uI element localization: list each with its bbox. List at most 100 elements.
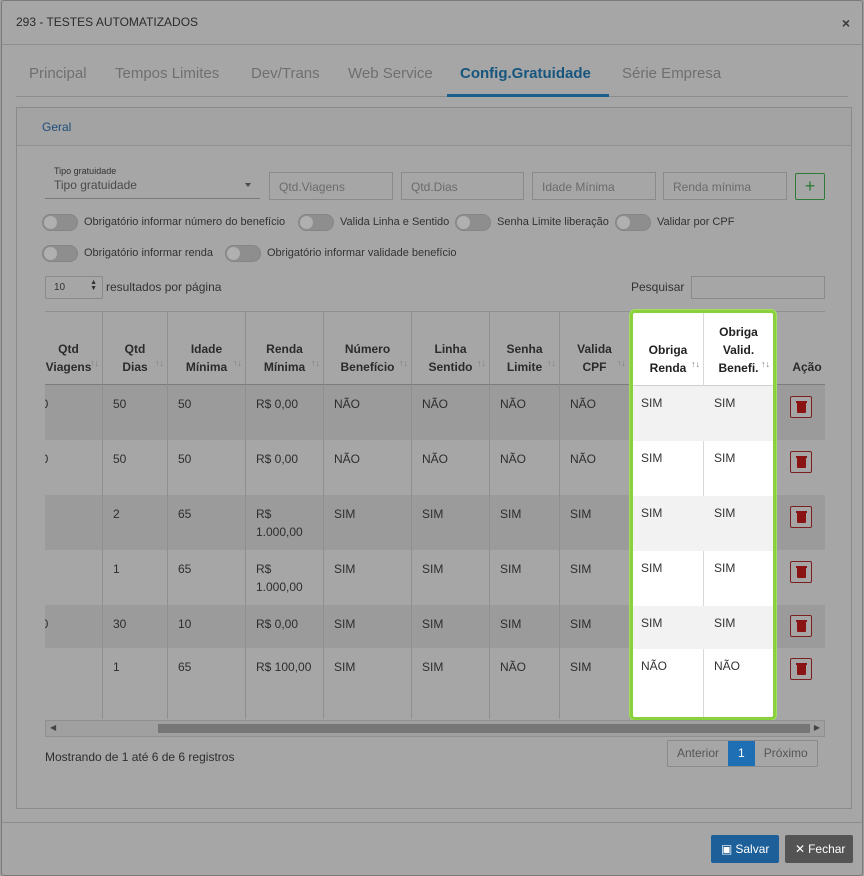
sort-icon: ↑↓ — [233, 358, 242, 368]
cell-qtd-dias: 30 — [103, 605, 168, 648]
cell-qtd-viagens — [45, 495, 103, 550]
cell-senha-limite: NÃO — [490, 440, 560, 495]
delete-button[interactable] — [790, 561, 812, 583]
col-header-obriga-valid-benefi[interactable]: Obriga Valid. Benefi. ↑↓ — [704, 313, 773, 386]
toggle-senha-limite[interactable] — [455, 214, 491, 231]
col-header-valida-cpf[interactable]: Valida CPF ↑↓ — [560, 312, 630, 385]
sort-icon: ↑↓ — [311, 358, 320, 368]
trash-icon — [797, 665, 806, 675]
col-header-senha-limite[interactable]: Senha Limite ↑↓ — [490, 312, 560, 385]
cell-valida-cpf: SIM — [560, 605, 630, 648]
col-header-qtd-viagens[interactable]: Qtd Viagens ↑↓ — [45, 312, 103, 385]
cell-senha-limite: NÃO — [490, 648, 560, 719]
footer-divider — [2, 822, 862, 823]
table-row: SIM SIM — [633, 441, 773, 496]
close-button[interactable]: ✕ Fechar — [785, 835, 853, 863]
sort-icon: ↑↓ — [617, 358, 626, 368]
table-row: SIM SIM — [633, 386, 773, 441]
qtd-viagens-input[interactable]: Qtd.Viagens — [269, 172, 393, 200]
search-input[interactable] — [691, 276, 825, 299]
per-page-label: resultados por página — [106, 280, 222, 294]
renda-minima-input[interactable]: Renda mínima — [663, 172, 787, 200]
panel-title[interactable]: Geral — [42, 120, 71, 134]
cell-senha-limite: SIM — [490, 495, 560, 550]
cell-obriga-renda: SIM — [641, 396, 663, 410]
toggle-informar-renda[interactable] — [42, 245, 78, 262]
cell-obriga-valid-benefi: SIM — [714, 396, 736, 410]
col-header-line: Benefício — [340, 360, 395, 374]
cell-qtd-dias: 1 — [103, 648, 168, 719]
qtd-dias-input[interactable]: Qtd.Dias — [401, 172, 524, 200]
delete-button[interactable] — [790, 506, 812, 528]
table-row: SIM SIM — [633, 551, 773, 606]
cell-obriga-renda: NÃO — [641, 659, 668, 673]
col-header-linha-sentido[interactable]: Linha Sentido ↑↓ — [412, 312, 490, 385]
modal-title: 293 - TESTES AUTOMATIZADOS — [16, 15, 199, 29]
delete-button[interactable] — [790, 615, 812, 637]
toggle-validar-cpf[interactable] — [615, 214, 651, 231]
cell-numero-beneficio: NÃO — [324, 385, 412, 440]
cell-numero-beneficio: SIM — [324, 495, 412, 550]
cell-linha-sentido: NÃO — [412, 385, 490, 440]
table-row: NÃO NÃO — [633, 649, 773, 717]
toggle-numero-beneficio[interactable] — [42, 214, 78, 231]
cell-linha-sentido: SIM — [412, 550, 490, 605]
col-header-line: Ação — [792, 360, 822, 374]
tab-bar: Principal Tempos Limites Dev/Trans Web S… — [16, 57, 848, 97]
col-header-idade-minima[interactable]: Idade Mínima ↑↓ — [168, 312, 246, 385]
toggle-label: Senha Limite liberação — [497, 216, 609, 228]
cell-qtd-dias: 2 — [103, 495, 168, 550]
cell-valida-cpf: SIM — [560, 550, 630, 605]
col-header-renda-minima[interactable]: Renda Mínima ↑↓ — [246, 312, 324, 385]
tab-tempos-limites[interactable]: Tempos Limites — [115, 65, 219, 82]
cell-qtd-viagens — [45, 648, 103, 719]
col-header-numero-beneficio[interactable]: Número Benefício ↑↓ — [324, 312, 412, 385]
scrollbar-thumb[interactable] — [158, 724, 810, 733]
cell-obriga-valid-benefi: SIM — [714, 616, 736, 630]
cell-linha-sentido: SIM — [412, 495, 490, 550]
cell-qtd-viagens: 50 — [45, 605, 103, 648]
cell-idade-minima: 65 — [168, 495, 246, 550]
delete-button[interactable] — [790, 396, 812, 418]
tab-principal[interactable]: Principal — [29, 65, 87, 82]
col-header-line: Número — [344, 342, 391, 356]
tab-serie-empresa[interactable]: Série Empresa — [622, 65, 721, 82]
cell-idade-minima: 50 — [168, 385, 246, 440]
idade-minima-input[interactable]: Idade Mínima — [532, 172, 656, 200]
tab-web-service[interactable]: Web Service — [348, 65, 433, 82]
records-info: Mostrando de 1 até 6 de 6 registros — [45, 750, 235, 764]
table-row: SIM SIM — [633, 606, 773, 649]
sort-icon: ↑↓ — [477, 358, 486, 368]
cell-qtd-viagens: 50 — [45, 440, 103, 495]
toggle-validade-beneficio[interactable] — [225, 245, 261, 262]
active-tab-indicator — [447, 94, 609, 97]
close-icon[interactable]: × — [842, 15, 850, 31]
cell-qtd-dias: 1 — [103, 550, 168, 605]
delete-button[interactable] — [790, 451, 812, 473]
horizontal-scrollbar[interactable]: ◀ ▶ — [45, 720, 825, 737]
cell-numero-beneficio: SIM — [324, 648, 412, 719]
cell-numero-beneficio: NÃO — [324, 440, 412, 495]
trash-icon — [797, 458, 806, 468]
cell-qtd-viagens: 50 — [45, 385, 103, 440]
cell-obriga-valid-benefi: NÃO — [714, 659, 741, 673]
toggle-linha-sentido[interactable] — [298, 214, 334, 231]
chevron-down-icon — [245, 183, 251, 187]
per-page-select[interactable]: 10 ▲ ▼ — [45, 276, 103, 299]
panel-header: Geral — [17, 108, 851, 146]
tipo-gratuidade-select[interactable]: Tipo gratuidade — [54, 178, 137, 192]
cell-renda-minima: R$ 0,00 — [246, 605, 324, 648]
save-button[interactable]: ▣ Salvar — [711, 835, 779, 863]
tab-dev-trans[interactable]: Dev/Trans — [251, 65, 320, 82]
next-page-button[interactable]: Próximo — [755, 741, 817, 766]
col-header-obriga-renda[interactable]: Obriga Renda ↑↓ — [633, 313, 703, 386]
scroll-left-icon[interactable]: ◀ — [50, 723, 56, 732]
prev-page-button[interactable]: Anterior — [668, 741, 728, 766]
col-header-qtd-dias[interactable]: Qtd Dias ↑↓ — [103, 312, 168, 385]
scroll-right-icon[interactable]: ▶ — [814, 723, 820, 732]
page-button-current[interactable]: 1 — [728, 741, 755, 766]
tab-config-gratuidade[interactable]: Config.Gratuidade — [460, 65, 591, 82]
toggle-label: Obrigatório informar renda — [84, 247, 214, 259]
delete-button[interactable] — [790, 658, 812, 680]
add-button[interactable]: + — [795, 173, 825, 200]
